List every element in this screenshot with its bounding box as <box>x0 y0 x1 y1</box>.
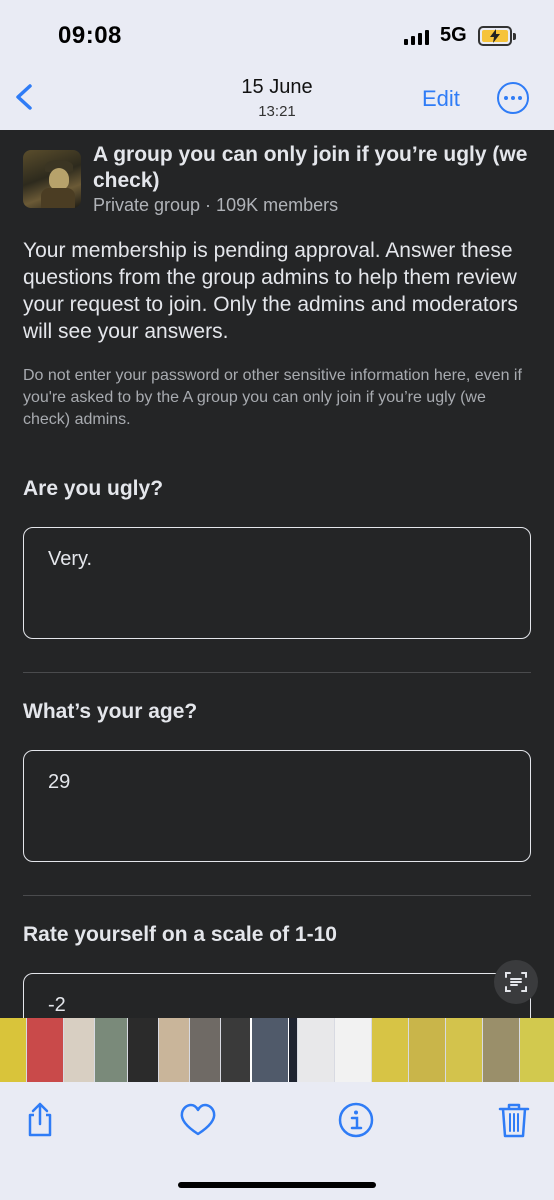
sensitive-info-warning: Do not enter your password or other sens… <box>23 367 522 428</box>
question-label: What’s your age? <box>23 700 198 723</box>
info-icon <box>338 1102 374 1138</box>
answer-field[interactable]: -2 <box>23 973 531 1018</box>
network-label: 5G <box>440 24 467 46</box>
delete-button[interactable] <box>494 1100 534 1140</box>
ellipsis-circle-icon <box>504 96 508 100</box>
photo-thumbnail[interactable] <box>64 1018 94 1082</box>
more-button[interactable] <box>497 82 529 114</box>
photo-thumbnail[interactable] <box>372 1018 408 1082</box>
bottom-toolbar <box>0 1082 554 1200</box>
screenshot-content: A group you can only join if you’re ugly… <box>0 130 554 1018</box>
share-icon <box>28 1102 52 1137</box>
answer-text: 29 <box>48 771 71 793</box>
status-time: 09:08 <box>58 22 122 49</box>
answer-field[interactable]: 29 <box>23 750 531 862</box>
battery-charging-icon <box>478 26 516 46</box>
answer-field[interactable]: Very. <box>23 527 531 639</box>
photo-thumbnail[interactable] <box>159 1018 189 1082</box>
info-button[interactable] <box>336 1100 376 1140</box>
photo-thumbnail[interactable] <box>520 1018 554 1082</box>
divider <box>23 895 531 896</box>
status-bar: 09:08 5G <box>0 0 554 66</box>
thumbnail-strip <box>0 1018 554 1082</box>
trash-icon <box>498 1103 530 1138</box>
photo-thumbnail[interactable] <box>221 1018 251 1082</box>
group-avatar <box>23 150 81 208</box>
photo-thumbnail[interactable] <box>409 1018 445 1082</box>
group-name: A group you can only join if you’re ugly… <box>93 143 528 192</box>
photo-thumbnail[interactable] <box>335 1018 371 1082</box>
home-indicator <box>178 1182 376 1188</box>
signal-icon <box>404 29 429 45</box>
question-label: Rate yourself on a scale of 1-10 <box>23 923 337 946</box>
answer-text: -2 <box>48 994 66 1016</box>
photo-thumbnail[interactable] <box>27 1018 63 1082</box>
photo-time: 13:21 <box>258 103 296 120</box>
edit-button[interactable]: Edit <box>422 86 460 112</box>
question-label: Are you ugly? <box>23 477 164 500</box>
heart-icon <box>180 1103 216 1136</box>
answer-text: Very. <box>48 548 93 570</box>
photo-thumbnail[interactable] <box>446 1018 482 1082</box>
photo-thumbnail[interactable] <box>298 1018 334 1082</box>
live-text-button[interactable] <box>494 960 538 1004</box>
pending-approval-message: Your membership is pending approval. Ans… <box>23 239 518 343</box>
photo-thumbnail[interactable] <box>95 1018 127 1082</box>
photo-thumbnail[interactable] <box>250 1018 290 1082</box>
photo-date: 15 June <box>241 76 313 98</box>
photo-date-header: 15 June 13:21 <box>0 76 554 120</box>
divider <box>23 672 531 673</box>
group-meta: Private group · 109K members <box>93 195 339 215</box>
photo-thumbnail[interactable] <box>190 1018 220 1082</box>
photo-thumbnail[interactable] <box>289 1018 297 1082</box>
favorite-button[interactable] <box>178 1100 218 1140</box>
photo-thumbnail[interactable] <box>0 1018 26 1082</box>
photo-nav-bar: 15 June 13:21 Edit <box>0 66 554 128</box>
photo-thumbnail[interactable] <box>128 1018 158 1082</box>
share-button[interactable] <box>20 1100 60 1140</box>
photo-thumbnail[interactable] <box>483 1018 519 1082</box>
live-text-icon <box>505 972 527 992</box>
